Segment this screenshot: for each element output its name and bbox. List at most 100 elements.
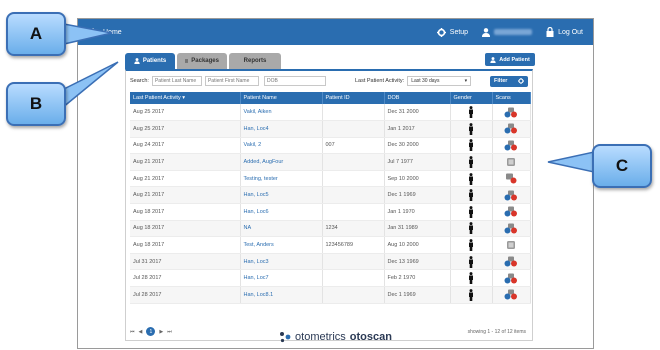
- patient-id-cell: [322, 269, 385, 288]
- otometrics-logo-icon: [280, 332, 291, 343]
- add-patient-button[interactable]: Add Patient: [485, 53, 535, 66]
- scans-cell[interactable]: [492, 104, 531, 122]
- table-header: Last Patient Activity ▾ Patient Name Patie…: [130, 92, 531, 104]
- scan-multi-icon[interactable]: [504, 107, 518, 118]
- patient-name-link[interactable]: Han, Loc8.1: [240, 286, 323, 304]
- person-icon: [468, 122, 474, 135]
- activity-cell: Aug 21 2017: [130, 186, 241, 205]
- gender-cell: [450, 286, 493, 304]
- scan-multi-icon[interactable]: [504, 223, 518, 234]
- dob-cell: Dec 13 1969: [384, 253, 451, 271]
- activity-cell: Aug 21 2017: [130, 170, 241, 188]
- table-row[interactable]: Jul 28 2017 Han, Loc8.1 Dec 1 1969: [130, 286, 531, 304]
- table-row[interactable]: Aug 24 2017 Vakil, 2 007 Dec 30 2000: [130, 137, 531, 155]
- dob-cell: Jan 1 2017: [384, 120, 451, 138]
- dob-cell: Dec 1 1969: [384, 286, 451, 304]
- activity-cell: Aug 25 2017: [130, 104, 241, 122]
- patient-name-link[interactable]: Test, Anders: [240, 236, 323, 254]
- scan-single-icon[interactable]: [504, 240, 518, 251]
- person-icon: [468, 106, 474, 119]
- dob-input[interactable]: [263, 76, 326, 86]
- tab-label: Packages: [191, 58, 219, 64]
- person-icon: [468, 239, 474, 252]
- scans-cell[interactable]: [492, 120, 531, 138]
- first-name-input[interactable]: [204, 76, 259, 86]
- scan-multi-icon[interactable]: [504, 123, 518, 134]
- table-row[interactable]: Aug 21 2017 Added, AugFour Jul 7 1977: [130, 153, 531, 171]
- last-name-input[interactable]: [151, 76, 202, 86]
- activity-select[interactable]: Last 30 days ▾: [407, 76, 472, 86]
- scan-multi-icon[interactable]: [504, 206, 518, 217]
- patient-name-link[interactable]: Vakil, 2: [240, 137, 323, 155]
- patient-name-link[interactable]: Han, Loc7: [240, 269, 323, 288]
- filter-label: Filter: [494, 78, 508, 84]
- column-header[interactable]: DOB: [384, 92, 451, 104]
- scan-multi-icon[interactable]: [504, 289, 518, 300]
- scans-cell[interactable]: [492, 203, 531, 221]
- caret-down-icon: ▾: [464, 78, 468, 84]
- scans-cell[interactable]: [492, 186, 531, 205]
- scans-cell[interactable]: [492, 269, 531, 288]
- patient-id-cell: [322, 203, 385, 221]
- table-row[interactable]: Jul 28 2017 Han, Loc7 Feb 2 1970: [130, 269, 531, 288]
- setup-label: Setup: [449, 28, 469, 36]
- dob-cell: Aug 10 2000: [384, 236, 451, 254]
- scans-cell[interactable]: [492, 137, 531, 155]
- column-header[interactable]: Patient Name: [240, 92, 323, 104]
- user-menu[interactable]: [482, 27, 533, 37]
- filter-button[interactable]: Filter: [490, 75, 528, 87]
- scan-multi-icon[interactable]: [504, 190, 518, 201]
- column-header[interactable]: Last Patient Activity ▾: [130, 92, 241, 104]
- patient-name-link[interactable]: Han, Loc4: [240, 120, 323, 138]
- patient-name-link[interactable]: Vakil, Aiken: [240, 104, 323, 122]
- activity-cell: Jul 28 2017: [130, 286, 241, 304]
- dob-cell: Sep 10 2000: [384, 170, 451, 188]
- tab-reports[interactable]: Reports: [229, 53, 281, 69]
- scans-cell[interactable]: [492, 286, 531, 304]
- patient-name-link[interactable]: Han, Loc5: [240, 186, 323, 205]
- column-header[interactable]: Gender: [450, 92, 493, 104]
- scan-multi-icon[interactable]: [504, 256, 518, 267]
- footer-logo: otometrics otoscan: [78, 331, 593, 343]
- patient-name-link[interactable]: Testing, tester: [240, 170, 323, 188]
- table-row[interactable]: Aug 21 2017 Han, Loc5 Dec 1 1969: [130, 186, 531, 205]
- patient-name-link[interactable]: NA: [240, 220, 323, 238]
- scan-multi-icon[interactable]: [504, 140, 518, 151]
- table-row[interactable]: Aug 25 2017 Han, Loc4 Jan 1 2017: [130, 120, 531, 138]
- patient-id-cell: [322, 153, 385, 171]
- patient-name-link[interactable]: Han, Loc6: [240, 203, 323, 221]
- patient-name-link[interactable]: Added, AugFour: [240, 153, 323, 171]
- user-icon: [482, 27, 491, 37]
- scan-red-icon[interactable]: [504, 173, 518, 184]
- callout-b: B: [6, 82, 66, 126]
- table-body: Aug 25 2017 Vakil, Aiken Dec 31 2000 Aug 25…: [130, 104, 531, 304]
- logout-link[interactable]: Log Out: [546, 27, 583, 37]
- table-row[interactable]: Aug 25 2017 Vakil, Aiken Dec 31 2000: [130, 104, 531, 122]
- column-header[interactable]: Patient ID: [322, 92, 385, 104]
- scans-cell[interactable]: [492, 236, 531, 254]
- gender-cell: [450, 220, 493, 238]
- scan-multi-icon[interactable]: [504, 273, 518, 284]
- scans-cell[interactable]: [492, 253, 531, 271]
- gender-cell: [450, 153, 493, 171]
- table-row[interactable]: Aug 18 2017 NA 1234 Jan 31 1989: [130, 220, 531, 238]
- scans-cell[interactable]: [492, 153, 531, 171]
- table-row[interactable]: Jul 31 2017 Han, Loc3 Dec 13 1969: [130, 253, 531, 271]
- patients-panel: Search: Last Patient Activity: Last 30 d…: [125, 69, 533, 341]
- add-user-icon: [490, 56, 496, 63]
- setup-link[interactable]: Setup: [436, 27, 469, 37]
- column-header[interactable]: Scans: [492, 92, 531, 104]
- dob-cell: Dec 1 1969: [384, 186, 451, 205]
- tab-patients[interactable]: Patients: [125, 53, 175, 69]
- tab-packages[interactable]: Packages: [177, 53, 227, 69]
- patient-name-link[interactable]: Han, Loc3: [240, 253, 323, 271]
- scan-single-icon[interactable]: [504, 157, 518, 168]
- table-row[interactable]: Aug 18 2017 Test, Anders 123456789 Aug 10 2…: [130, 236, 531, 254]
- scans-cell[interactable]: [492, 170, 531, 188]
- gender-cell: [450, 170, 493, 188]
- home-link[interactable]: Home: [88, 27, 122, 37]
- scans-cell[interactable]: [492, 220, 531, 238]
- table-row[interactable]: Aug 21 2017 Testing, tester Sep 10 2000: [130, 170, 531, 188]
- patient-id-cell: 123456789: [322, 236, 385, 254]
- table-row[interactable]: Aug 18 2017 Han, Loc6 Jan 1 1970: [130, 203, 531, 221]
